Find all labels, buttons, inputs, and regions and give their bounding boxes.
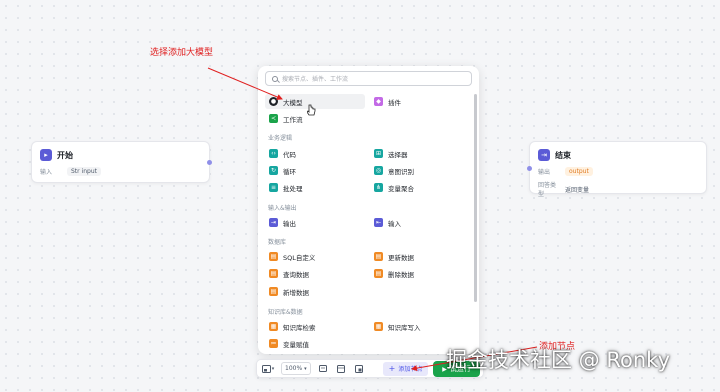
arrow-to-llm	[207, 67, 283, 100]
watermark-text: 掘金技术社区 @ Ronky	[446, 348, 670, 372]
annotation-arrows	[207, 67, 538, 372]
